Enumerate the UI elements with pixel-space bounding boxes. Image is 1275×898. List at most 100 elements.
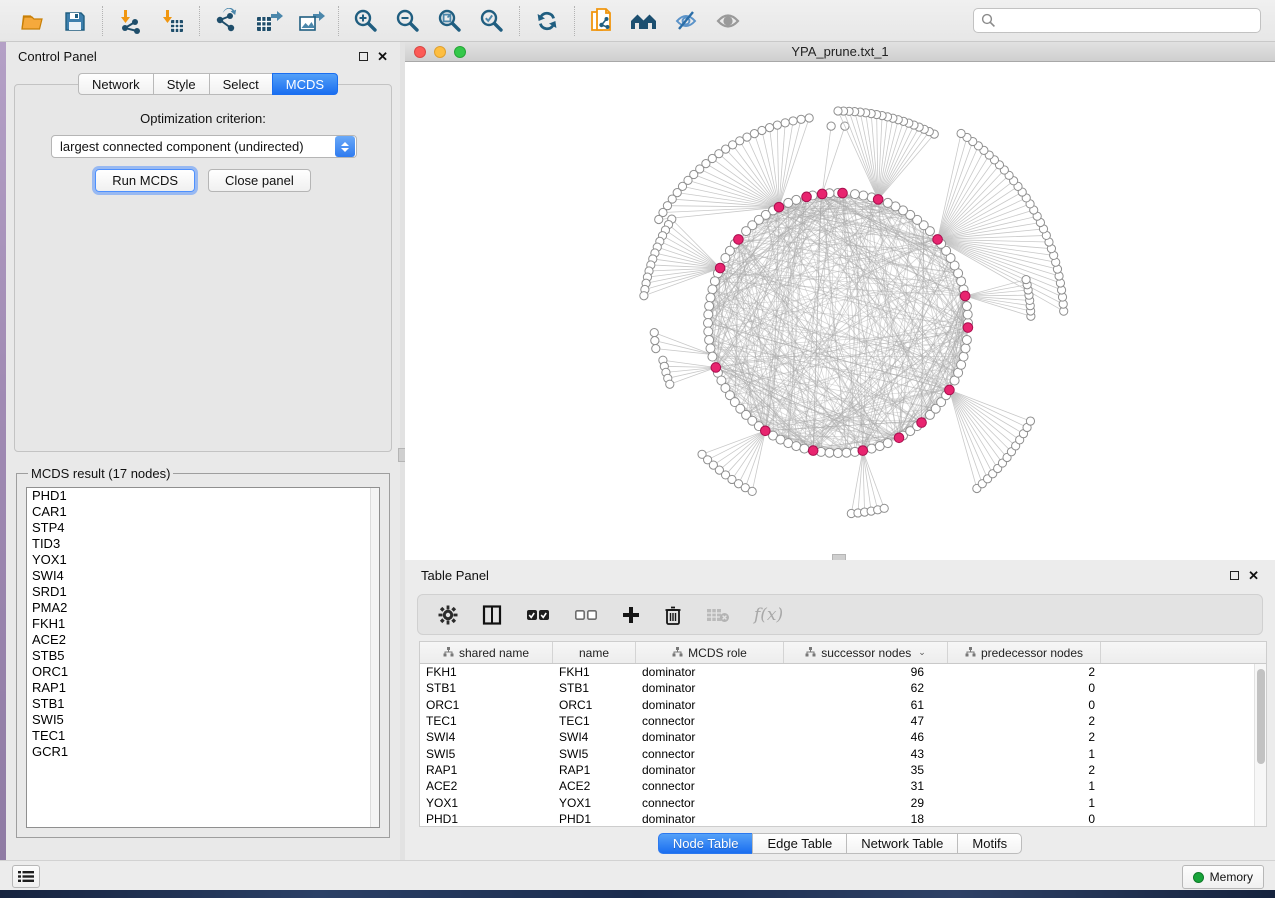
table-row[interactable]: STB1STB1dominator620 (420, 680, 1254, 696)
mcds-result-item[interactable]: STB1 (27, 696, 379, 712)
import-table-icon[interactable] (157, 6, 187, 36)
hide-graphics-icon[interactable] (671, 6, 701, 36)
cell-name: PHD1 (553, 812, 636, 826)
mcds-result-item[interactable]: TID3 (27, 536, 379, 552)
scrollbar-thumb[interactable] (1257, 669, 1265, 764)
select-stepper-icon (335, 136, 355, 157)
network-graph[interactable] (405, 62, 1275, 560)
tab-motifs[interactable]: Motifs (957, 833, 1022, 854)
network-window-titlebar[interactable]: YPA_prune.txt_1 (405, 42, 1275, 62)
table-body[interactable]: FKH1FKH1dominator962STB1STB1dominator620… (420, 664, 1254, 826)
cell-predecessor-nodes: 1 (948, 747, 1101, 761)
control-panel-title: Control Panel (18, 49, 97, 64)
tab-network[interactable]: Network (78, 73, 153, 95)
optimization-criterion-select[interactable]: largest connected component (undirected) (51, 135, 357, 158)
log-console-button[interactable] (12, 865, 40, 888)
new-network-from-selection-icon[interactable] (587, 6, 617, 36)
mcds-result-item[interactable]: STB5 (27, 648, 379, 664)
table-scrollbar[interactable] (1254, 664, 1266, 826)
mcds-result-item[interactable]: PHD1 (27, 488, 379, 504)
settings-gear-icon[interactable] (438, 605, 458, 625)
add-column-icon[interactable] (622, 606, 640, 624)
close-table-panel-icon[interactable]: ✕ (1248, 569, 1259, 582)
tab-mcds[interactable]: MCDS (272, 73, 338, 95)
table-row[interactable]: ACE2ACE2connector311 (420, 778, 1254, 794)
mcds-result-item[interactable]: SWI5 (27, 712, 379, 728)
function-builder-icon[interactable]: f(x) (754, 605, 783, 625)
open-file-icon[interactable] (18, 6, 48, 36)
mcds-result-group: MCDS result (17 nodes) PHD1CAR1STP4TID3Y… (16, 466, 390, 838)
tab-style[interactable]: Style (153, 73, 209, 95)
network-window-title: YPA_prune.txt_1 (405, 44, 1275, 59)
float-table-panel-icon[interactable] (1230, 571, 1239, 580)
status-bar: Memory (0, 860, 1275, 890)
cell-shared-name: ORC1 (420, 698, 553, 712)
float-panel-icon[interactable] (359, 52, 368, 61)
toolbar-separator (102, 6, 103, 36)
show-column-icon[interactable] (482, 605, 502, 625)
cell-predecessor-nodes: 2 (948, 763, 1101, 777)
show-graphics-icon[interactable] (713, 6, 743, 36)
tab-edge-table[interactable]: Edge Table (752, 833, 846, 854)
cell-name: TEC1 (553, 714, 636, 728)
mcds-result-item[interactable]: FKH1 (27, 616, 379, 632)
mcds-result-item[interactable]: ORC1 (27, 664, 379, 680)
network-canvas[interactable] (405, 62, 1275, 560)
mcds-result-item[interactable]: STP4 (27, 520, 379, 536)
column-header-MCDS-role[interactable]: MCDS role (636, 642, 784, 663)
deselect-all-icon[interactable] (574, 608, 598, 622)
mcds-result-item[interactable]: CAR1 (27, 504, 379, 520)
tab-node-table[interactable]: Node Table (658, 833, 753, 854)
table-row[interactable]: PHD1PHD1dominator180 (420, 811, 1254, 826)
close-panel-icon[interactable]: ✕ (377, 50, 388, 63)
table-row[interactable]: YOX1YOX1connector291 (420, 794, 1254, 810)
cell-shared-name: FKH1 (420, 665, 553, 679)
memory-button[interactable]: Memory (1182, 865, 1264, 889)
mcds-result-item[interactable]: PMA2 (27, 600, 379, 616)
search-input[interactable] (996, 14, 1253, 28)
delete-table-icon[interactable] (706, 607, 730, 623)
list-scrollbar[interactable] (370, 488, 379, 827)
table-row[interactable]: FKH1FKH1dominator962 (420, 664, 1254, 680)
mcds-result-item[interactable]: YOX1 (27, 552, 379, 568)
mcds-result-item[interactable]: RAP1 (27, 680, 379, 696)
import-network-icon[interactable] (115, 6, 145, 36)
export-image-icon[interactable] (296, 6, 326, 36)
close-panel-button[interactable]: Close panel (208, 169, 311, 192)
zoom-fit-icon[interactable] (435, 6, 465, 36)
mcds-result-item[interactable]: SWI4 (27, 568, 379, 584)
mcds-result-item[interactable]: GCR1 (27, 744, 379, 760)
column-header-successor-nodes[interactable]: successor nodes⌄ (784, 642, 948, 663)
tab-select[interactable]: Select (209, 73, 272, 95)
toolbar-search[interactable] (973, 8, 1261, 33)
select-all-icon[interactable] (526, 608, 550, 622)
export-network-icon[interactable] (212, 6, 242, 36)
refresh-layout-icon[interactable] (532, 6, 562, 36)
zoom-out-icon[interactable] (393, 6, 423, 36)
delete-column-icon[interactable] (664, 605, 682, 625)
column-header-shared-name[interactable]: shared name (420, 642, 553, 663)
export-table-icon[interactable] (254, 6, 284, 36)
home-networks-icon[interactable] (629, 6, 659, 36)
column-header-name[interactable]: name (553, 642, 636, 663)
save-session-icon[interactable] (60, 6, 90, 36)
table-row[interactable]: TEC1TEC1connector472 (420, 713, 1254, 729)
mcds-result-item[interactable]: SRD1 (27, 584, 379, 600)
zoom-selected-icon[interactable] (477, 6, 507, 36)
mcds-tab-content: Optimization criterion: largest connecte… (14, 84, 392, 452)
mcds-result-item[interactable]: TEC1 (27, 728, 379, 744)
cell-predecessor-nodes: 2 (948, 714, 1101, 728)
table-row[interactable]: SWI5SWI5connector431 (420, 745, 1254, 761)
table-row[interactable]: SWI4SWI4dominator462 (420, 729, 1254, 745)
cell-successor-nodes: 62 (784, 681, 948, 695)
table-row[interactable]: ORC1ORC1dominator610 (420, 697, 1254, 713)
mcds-result-item[interactable]: ACE2 (27, 632, 379, 648)
tab-network-table[interactable]: Network Table (846, 833, 957, 854)
table-row[interactable]: RAP1RAP1dominator352 (420, 762, 1254, 778)
mcds-result-list[interactable]: PHD1CAR1STP4TID3YOX1SWI4SRD1PMA2FKH1ACE2… (26, 487, 380, 828)
cell-shared-name: TEC1 (420, 714, 553, 728)
run-mcds-button[interactable]: Run MCDS (95, 169, 195, 192)
zoom-in-icon[interactable] (351, 6, 381, 36)
table-panel-title: Table Panel (421, 568, 489, 583)
column-header-predecessor-nodes[interactable]: predecessor nodes (948, 642, 1101, 663)
